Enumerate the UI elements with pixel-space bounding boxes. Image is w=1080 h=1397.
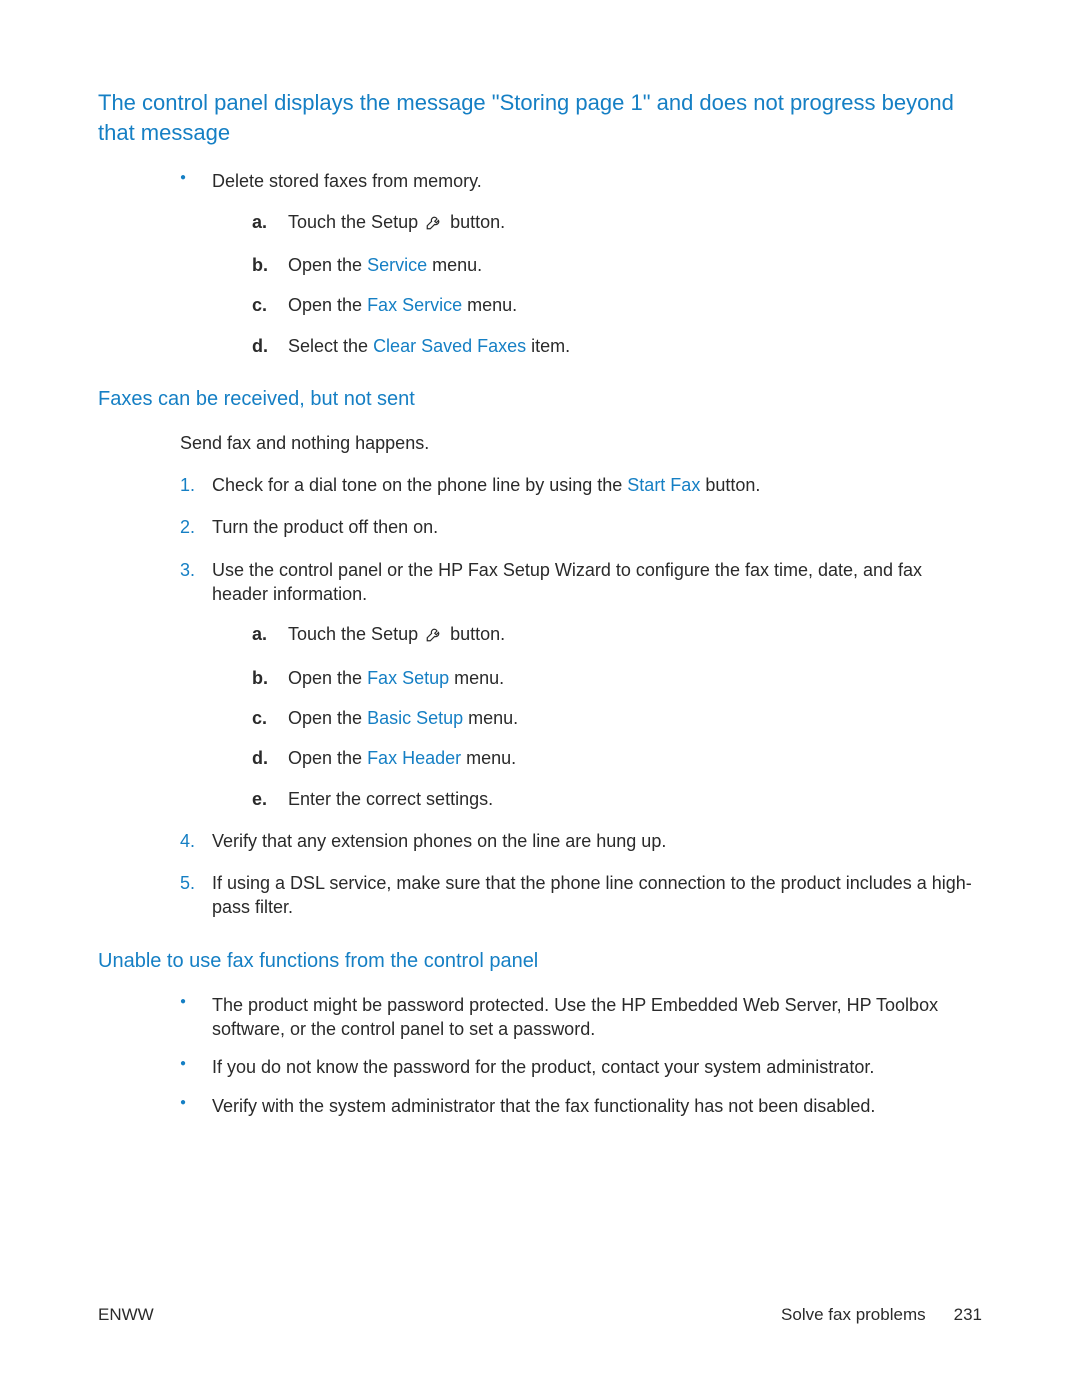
body-text: button. xyxy=(450,212,505,232)
list-marker: 5. xyxy=(180,871,195,895)
list-item: d. Open the Fax Header menu. xyxy=(252,746,978,770)
footer-left: ENWW xyxy=(98,1304,154,1327)
list-marker: a. xyxy=(252,622,267,646)
footer-section-title: Solve fax problems xyxy=(781,1304,926,1327)
list-marker: c. xyxy=(252,293,267,317)
body-text: menu. xyxy=(463,708,518,728)
body-text: menu. xyxy=(449,668,504,688)
list-marker: 3. xyxy=(180,558,195,582)
list-marker: c. xyxy=(252,706,267,730)
list-marker: a. xyxy=(252,210,267,234)
list-item: d. Select the Clear Saved Faxes item. xyxy=(252,334,978,358)
body-text: Verify that any extension phones on the … xyxy=(212,831,666,851)
body-text: Delete stored faxes from memory. xyxy=(212,171,482,191)
button-name: Start Fax xyxy=(627,475,700,495)
list-item: 4. Verify that any extension phones on t… xyxy=(180,829,978,853)
page-number: 231 xyxy=(954,1304,982,1327)
list-item: The product might be password protected.… xyxy=(180,993,978,1042)
section-heading-unable-fax: Unable to use fax functions from the con… xyxy=(98,948,978,975)
list-item: c. Open the Basic Setup menu. xyxy=(252,706,978,730)
list-marker: d. xyxy=(252,746,268,770)
section3-bullet-list: The product might be password protected.… xyxy=(180,993,978,1118)
menu-name: Service xyxy=(367,255,427,275)
numbered-list: 1. Check for a dial tone on the phone li… xyxy=(180,473,978,920)
body-text: Touch the Setup xyxy=(288,212,418,232)
list-marker: 1. xyxy=(180,473,195,497)
body-text: menu. xyxy=(427,255,482,275)
menu-name: Fax Service xyxy=(367,295,462,315)
list-marker: 2. xyxy=(180,515,195,539)
alpha-list: a. Touch the Setup button. b. Open the F… xyxy=(252,622,978,810)
page-content: The control panel displays the message "… xyxy=(98,88,978,1132)
intro-text: Send fax and nothing happens. xyxy=(180,431,978,455)
wrench-icon xyxy=(425,625,443,649)
alpha-list: a. Touch the Setup button. b. Open the S… xyxy=(252,210,978,358)
menu-name: Fax Setup xyxy=(367,668,449,688)
body-text: The product might be password protected.… xyxy=(212,995,938,1039)
list-marker: d. xyxy=(252,334,268,358)
body-text: If using a DSL service, make sure that t… xyxy=(212,873,972,917)
body-text: Open the xyxy=(288,255,367,275)
page-footer: ENWW Solve fax problems 231 xyxy=(98,1304,982,1327)
list-item: b. Open the Service menu. xyxy=(252,253,978,277)
body-text: Open the xyxy=(288,668,367,688)
list-item: If you do not know the password for the … xyxy=(180,1055,978,1079)
list-item: a. Touch the Setup button. xyxy=(252,622,978,649)
menu-name: Fax Header xyxy=(367,748,461,768)
list-item: 2. Turn the product off then on. xyxy=(180,515,978,539)
body-text: Verify with the system administrator tha… xyxy=(212,1096,875,1116)
section-heading-faxes-received: Faxes can be received, but not sent xyxy=(98,386,978,413)
list-item: 3. Use the control panel or the HP Fax S… xyxy=(180,558,978,811)
body-text: menu. xyxy=(461,748,516,768)
list-item: c. Open the Fax Service menu. xyxy=(252,293,978,317)
section-heading-storing-page: The control panel displays the message "… xyxy=(98,88,978,147)
list-marker: b. xyxy=(252,253,268,277)
footer-right: Solve fax problems 231 xyxy=(781,1304,982,1327)
body-text: Check for a dial tone on the phone line … xyxy=(212,475,627,495)
wrench-icon xyxy=(425,213,443,237)
list-item: 5. If using a DSL service, make sure tha… xyxy=(180,871,978,920)
list-item: e. Enter the correct settings. xyxy=(252,787,978,811)
menu-name: Basic Setup xyxy=(367,708,463,728)
body-text: If you do not know the password for the … xyxy=(212,1057,874,1077)
body-text: button. xyxy=(450,624,505,644)
list-item: Verify with the system administrator tha… xyxy=(180,1094,978,1118)
body-text: button. xyxy=(700,475,760,495)
body-text: Use the control panel or the HP Fax Setu… xyxy=(212,560,922,604)
body-text: Select the xyxy=(288,336,373,356)
section1-bullet-list: Delete stored faxes from memory. a. Touc… xyxy=(180,169,978,357)
body-text: Open the xyxy=(288,748,367,768)
list-item: a. Touch the Setup button. xyxy=(252,210,978,237)
body-text: Touch the Setup xyxy=(288,624,418,644)
body-text: item. xyxy=(526,336,570,356)
list-item: b. Open the Fax Setup menu. xyxy=(252,666,978,690)
body-text: Open the xyxy=(288,708,367,728)
menu-name: Clear Saved Faxes xyxy=(373,336,526,356)
list-marker: 4. xyxy=(180,829,195,853)
body-text: menu. xyxy=(462,295,517,315)
body-text: Enter the correct settings. xyxy=(288,789,493,809)
list-marker: b. xyxy=(252,666,268,690)
body-text: Open the xyxy=(288,295,367,315)
list-item: Delete stored faxes from memory. a. Touc… xyxy=(180,169,978,357)
body-text: Turn the product off then on. xyxy=(212,517,438,537)
list-item: 1. Check for a dial tone on the phone li… xyxy=(180,473,978,497)
list-marker: e. xyxy=(252,787,267,811)
